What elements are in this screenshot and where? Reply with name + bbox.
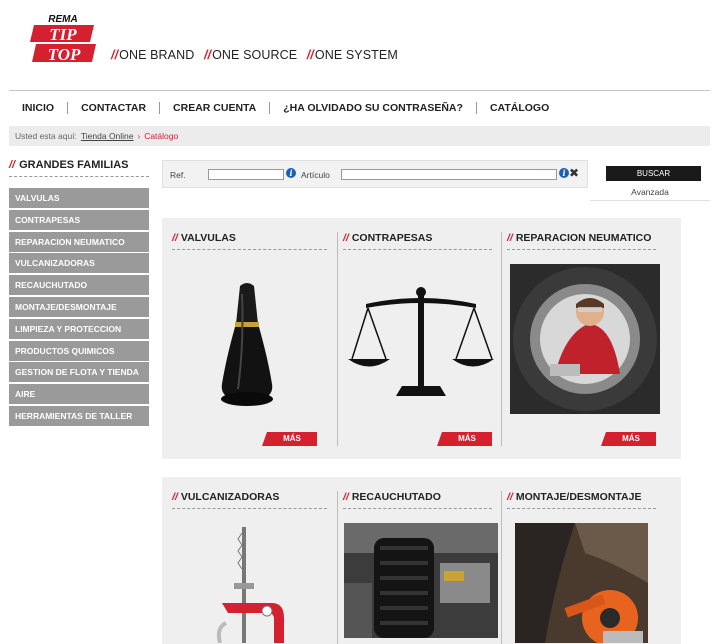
nav-inicio[interactable]: INICIO — [9, 102, 69, 114]
sidebar-item-gestion-flota-tienda[interactable]: GESTION DE FLOTA Y TIENDA — [9, 362, 149, 383]
product-title: //RECAUCHUTADO — [343, 491, 492, 509]
product-title-text: VALVULAS — [180, 232, 236, 244]
sidebar-item-valvulas[interactable]: VALVULAS — [9, 188, 149, 208]
ref-label: Ref. — [170, 170, 186, 180]
nav-catalogo[interactable]: CATÁLOGO — [477, 102, 562, 114]
product-card-vulcanizadoras[interactable]: //VULCANIZADORAS — [172, 491, 327, 644]
product-panel-row-1: //VALVULAS MÁS //CONTRAPESAS MÁS // REPA… — [162, 218, 681, 459]
logo-text-tip: TIP — [49, 25, 77, 44]
breadcrumb-prefix: Usted esta aquí: — [15, 131, 77, 141]
product-title-text: CONTRAPESAS — [351, 232, 433, 244]
nav-olvidado-contrasena[interactable]: ¿HA OLVIDADO SU CONTRASEÑA? — [270, 102, 477, 114]
tagline-one-brand: ONE BRAND — [119, 48, 195, 62]
product-title-slash: // — [507, 232, 513, 244]
logo-text-rema: REMA — [48, 14, 77, 25]
tagline-one-system: ONE SYSTEM — [314, 48, 398, 62]
product-title-slash: // — [507, 491, 513, 503]
sidebar-item-herramientas-taller[interactable]: HERRAMIENTAS DE TALLER — [9, 405, 149, 426]
sidebar-item-productos-quimicos[interactable]: PRODUCTOS QUIMICOS — [9, 340, 149, 361]
articulo-label: Artículo — [301, 170, 330, 180]
brand-tagline: //ONE BRAND //ONE SOURCE //ONE SYSTEM — [111, 48, 404, 62]
product-card-valvulas[interactable]: //VALVULAS MÁS — [172, 232, 327, 446]
breadcrumb-current: Catálogo — [144, 131, 179, 141]
articulo-info-icon[interactable]: i — [559, 168, 569, 178]
main-nav: INICIO CONTACTAR CREAR CUENTA ¿HA OLVIDA… — [9, 90, 710, 125]
search-bar: Ref. i Artículo i ✖ — [162, 160, 588, 188]
product-card-montaje-desmontaje[interactable]: //MONTAJE/DESMONTAJE — [501, 491, 656, 644]
sidebar-title-text: GRANDES FAMILIAS — [19, 159, 129, 171]
breadcrumb-separator-icon: › — [137, 131, 141, 141]
breadcrumb: Usted esta aquí: Tienda Online › Catálog… — [9, 126, 710, 146]
tagline-slash-2: // — [203, 48, 212, 62]
sidebar-item-reparacion-neumatico[interactable]: REPARACION NEUMATICO — [9, 231, 149, 252]
nav-crear-cuenta[interactable]: CREAR CUENTA — [160, 102, 271, 114]
vulcanizer-image[interactable] — [172, 523, 322, 643]
sidebar-item-montaje-desmontaje[interactable]: MONTAJE/DESMONTAJE — [9, 296, 149, 317]
product-title-slash: // — [172, 491, 178, 503]
tagline-one-source: ONE SOURCE — [212, 48, 298, 62]
breadcrumb-link-tienda[interactable]: Tienda Online — [81, 131, 134, 141]
ref-input[interactable] — [208, 169, 284, 180]
buscar-button[interactable]: BUSCAR — [606, 166, 701, 181]
product-title: //CONTRAPESAS — [343, 232, 492, 250]
tagline-slash-3: // — [306, 48, 314, 62]
mounting-image[interactable] — [515, 523, 648, 643]
tagline-slash-1: // — [111, 48, 119, 62]
sidebar-item-aire[interactable]: AIRE — [9, 384, 149, 405]
product-panel-row-2: //VULCANIZADORAS //RECAUCHUTADO //MONTAJ… — [162, 477, 681, 644]
retreading-image[interactable] — [344, 523, 498, 638]
product-title-text: REPARACION NEUMATICO — [515, 232, 652, 244]
product-card-contrapesas[interactable]: //CONTRAPESAS MÁS — [337, 232, 496, 446]
valve-image[interactable] — [172, 264, 322, 414]
product-title: //VULCANIZADORAS — [172, 491, 327, 509]
product-title: //MONTAJE/DESMONTAJE — [507, 491, 656, 509]
sidebar-list: VALVULAS CONTRAPESAS REPARACION NEUMATIC… — [9, 188, 149, 428]
clear-icon[interactable]: ✖ — [569, 167, 581, 179]
mas-button-valvulas[interactable]: MÁS — [262, 432, 317, 446]
logo-text-top: TOP — [48, 45, 81, 64]
sidebar-item-limpieza-proteccion[interactable]: LIMPIEZA Y PROTECCION — [9, 318, 149, 339]
articulo-input[interactable] — [341, 169, 557, 180]
sidebar-item-vulcanizadoras[interactable]: VULCANIZADORAS — [9, 253, 149, 274]
ref-info-icon[interactable]: i — [286, 168, 296, 178]
product-card-recauchutado[interactable]: //RECAUCHUTADO — [337, 491, 498, 644]
product-title-text: RECAUCHUTADO — [351, 491, 441, 503]
product-title-text: MONTAJE/DESMONTAJE — [515, 491, 642, 503]
product-title-slash: // — [343, 491, 349, 503]
nav-contactar[interactable]: CONTACTAR — [68, 102, 161, 114]
scales-image[interactable] — [346, 264, 496, 414]
sidebar-title: //GRANDES FAMILIAS — [9, 159, 149, 177]
advanced-search-link[interactable]: Avanzada — [590, 187, 710, 201]
sidebar-title-slash: // — [9, 159, 16, 171]
tire-repair-image[interactable] — [510, 264, 660, 414]
mas-button-contrapesas[interactable]: MÁS — [437, 432, 492, 446]
product-title: //REPARACION NEUMATICO — [507, 232, 656, 250]
product-title-slash: // — [172, 232, 178, 244]
product-card-reparacion-neumatico[interactable]: //REPARACION NEUMATICO MÁS — [501, 232, 660, 446]
rema-tip-top-logo[interactable]: REMA TIP TOP — [30, 12, 96, 64]
product-title-slash: // — [343, 232, 349, 244]
product-title: //VALVULAS — [172, 232, 327, 250]
sidebar-item-contrapesas[interactable]: CONTRAPESAS — [9, 209, 149, 230]
mas-button-reparacion-neumatico[interactable]: MÁS — [601, 432, 656, 446]
sidebar-item-recauchutado[interactable]: RECAUCHUTADO — [9, 275, 149, 296]
product-title-text: VULCANIZADORAS — [180, 491, 280, 503]
